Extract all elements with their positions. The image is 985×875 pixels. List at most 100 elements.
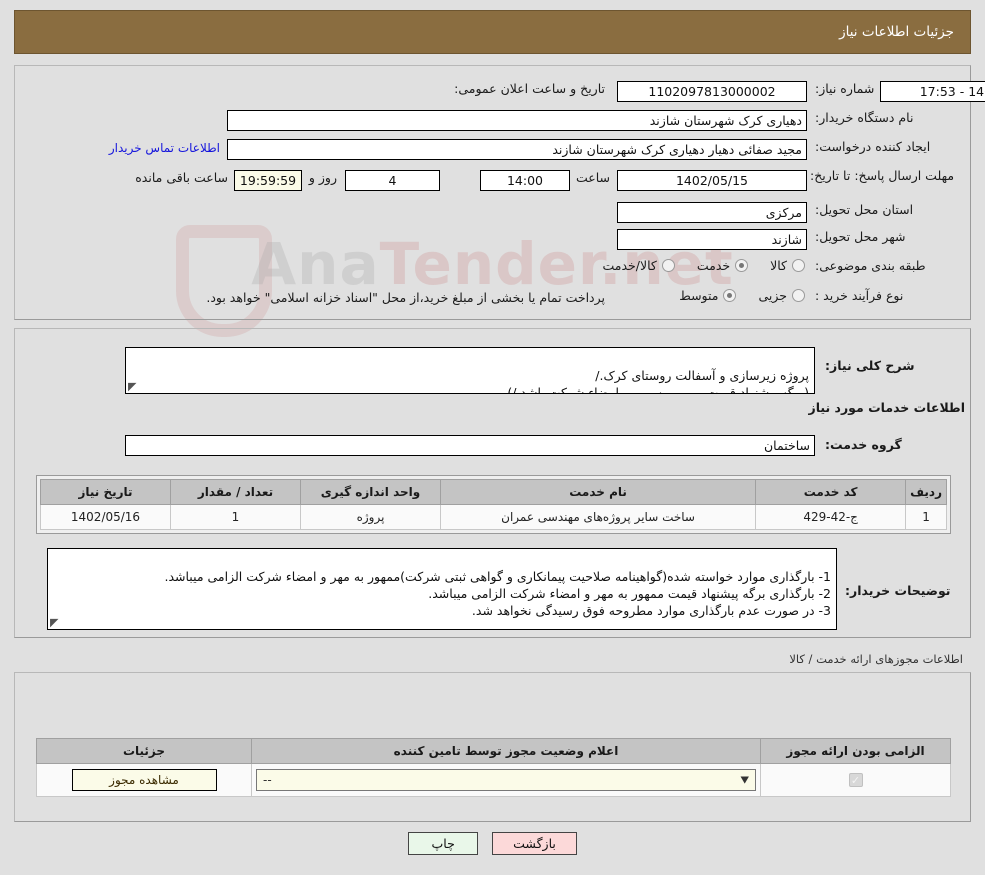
services-table-header-row: ردیف کد خدمت نام خدمت واحد اندازه گیری ت…	[40, 479, 947, 505]
creator-label-wrap: ایجاد کننده درخواست:	[815, 139, 965, 154]
buyer-notes-textarea-wrap: 1- بارگذاری موارد خواسته شده(گواهینامه ص…	[47, 548, 837, 630]
category-option-1[interactable]: خدمت	[696, 258, 749, 273]
deadline-date-field[interactable]: 1402/05/15	[617, 170, 807, 191]
license-status-value: --	[263, 773, 272, 787]
city-field[interactable]: شازند	[617, 229, 807, 250]
view-license-button[interactable]: مشاهده مجوز	[71, 769, 217, 791]
chevron-down-icon: ▼	[740, 774, 749, 786]
category-label-wrap: طبقه بندی موضوعی:	[815, 258, 965, 273]
desc-label-wrap: شرح کلی نیاز:	[825, 358, 965, 373]
back-button[interactable]: بازگشت	[492, 832, 577, 855]
deadline-date-wrap: 1402/05/15	[617, 170, 807, 191]
licenses-section-title: اطلاعات مجوزهای ارائه خدمت / کالا	[789, 652, 963, 666]
remaining-label-wrap: ساعت باقی مانده	[135, 170, 228, 185]
days-remaining-field[interactable]: 4	[345, 170, 440, 191]
need-info-panel	[14, 65, 971, 320]
announce-label-wrap: تاریخ و ساعت اعلان عمومی:	[454, 81, 605, 96]
page-header: جزئیات اطلاعات نیاز	[14, 10, 971, 54]
service-group-field[interactable]: ساختمان	[125, 435, 815, 456]
licenses-table: الزامی بودن ارائه مجوز اعلام وضعیت مجوز …	[36, 738, 951, 797]
buyer-org-field-wrap: دهیاری کرک شهرستان شازند	[227, 110, 807, 131]
countdown-timer-field: 19:59:59	[234, 170, 302, 191]
process-radio-0[interactable]	[792, 289, 805, 302]
buyer-notes-text: 1- بارگذاری موارد خواسته شده(گواهینامه ص…	[164, 569, 831, 618]
service-group-label-wrap: گروه خدمت:	[825, 437, 965, 452]
process-label-0: جزیی	[758, 288, 787, 303]
buyer-org-field[interactable]: دهیاری کرک شهرستان شازند	[227, 110, 807, 131]
td-date: 1402/05/16	[40, 504, 171, 530]
resize-grip-icon[interactable]: ◥	[128, 380, 138, 393]
td-qty: 1	[170, 504, 301, 530]
td-required: ✓	[760, 763, 951, 797]
th-unit: واحد اندازه گیری	[300, 479, 441, 505]
days-wrap: 4	[345, 170, 440, 191]
category-option-0[interactable]: کالا	[770, 258, 805, 273]
buyer-contact-link[interactable]: اطلاعات تماس خریدار	[109, 141, 220, 155]
licenses-table-wrap: الزامی بودن ارائه مجوز اعلام وضعیت مجوز …	[36, 738, 951, 797]
category-radio-0[interactable]	[792, 259, 805, 272]
deadline-time-wrap: 14:00	[480, 170, 570, 191]
treasury-note-wrap: پرداخت تمام یا بخشی از مبلغ خرید،از محل …	[206, 290, 605, 305]
remaining-hours-label: ساعت باقی مانده	[135, 170, 228, 185]
deadline-time-field[interactable]: 14:00	[480, 170, 570, 191]
category-option-2[interactable]: کالا/خدمت	[602, 258, 675, 273]
print-button[interactable]: چاپ	[408, 832, 479, 855]
description-label: شرح کلی نیاز:	[825, 358, 915, 373]
treasury-note: پرداخت تمام یا بخشی از مبلغ خرید،از محل …	[206, 290, 605, 305]
province-label-wrap: استان محل تحویل:	[815, 202, 965, 217]
buyer-notes-textarea[interactable]: 1- بارگذاری موارد خواسته شده(گواهینامه ص…	[47, 548, 837, 630]
process-option-0[interactable]: جزیی	[758, 288, 805, 303]
deadline-hour-label: ساعت	[575, 170, 610, 185]
process-option-1[interactable]: متوسط	[679, 288, 737, 303]
buyer-org-label-wrap: نام دستگاه خریدار:	[815, 110, 965, 125]
need-number-field[interactable]: 1102097813000002	[617, 81, 807, 102]
resize-grip-icon-2[interactable]: ◥	[50, 616, 60, 629]
th-code: کد خدمت	[755, 479, 907, 505]
services-table-wrap: ردیف کد خدمت نام خدمت واحد اندازه گیری ت…	[36, 475, 951, 534]
service-group-label: گروه خدمت:	[825, 437, 902, 452]
process-label-1: متوسط	[679, 288, 719, 303]
announce-field-wrap: 1402/05/10 - 17:53	[880, 81, 985, 102]
category-radio-group: کالا خدمت کالا/خدمت	[580, 258, 805, 273]
service-group-field-wrap: ساختمان	[125, 435, 815, 456]
process-radio-1[interactable]	[723, 289, 737, 302]
city-field-wrap: شازند	[617, 229, 807, 250]
city-label-wrap: شهر محل تحویل:	[815, 229, 965, 244]
need-number-field-wrap: 1102097813000002	[617, 81, 807, 102]
th-date: تاریخ نیاز	[40, 479, 171, 505]
countdown-wrap: 19:59:59	[234, 170, 302, 191]
td-unit: پروژه	[300, 504, 441, 530]
footer-actions: بازگشت چاپ	[0, 832, 985, 855]
page-title: جزئیات اطلاعات نیاز	[839, 24, 954, 40]
contact-link-wrap: اطلاعات تماس خریدار	[109, 141, 220, 155]
th-qty: تعداد / مقدار	[170, 479, 301, 505]
deadline-label: مهلت ارسال پاسخ: تا تاریخ:	[810, 168, 955, 183]
province-field-wrap: مرکزی	[617, 202, 807, 223]
days-label: روز و	[308, 170, 337, 185]
licenses-table-header-row: الزامی بودن ارائه مجوز اعلام وضعیت مجوز …	[36, 738, 951, 764]
process-type-label: نوع فرآیند خرید :	[815, 288, 904, 303]
category-label-2: کالا/خدمت	[602, 258, 657, 273]
td-details: مشاهده مجوز	[36, 763, 252, 797]
category-label: طبقه بندی موضوعی:	[815, 258, 926, 273]
th-required: الزامی بودن ارائه مجوز	[760, 738, 951, 764]
desc-textarea-wrap: پروژه زیرسازی و آسفالت روستای کرک./ (برگ…	[125, 347, 815, 394]
city-label: شهر محل تحویل:	[815, 229, 906, 244]
th-status: اعلام وضعیت مجوز توسط تامین کننده	[251, 738, 761, 764]
category-label-0: کالا	[770, 258, 787, 273]
license-status-select[interactable]: ▼ --	[256, 769, 756, 791]
hour-label-wrap: ساعت	[576, 170, 610, 185]
process-label-wrap: نوع فرآیند خرید :	[815, 288, 965, 303]
category-radio-2[interactable]	[661, 259, 675, 272]
description-textarea[interactable]: پروژه زیرسازی و آسفالت روستای کرک./ (برگ…	[125, 347, 815, 394]
buyer-org-label: نام دستگاه خریدار:	[815, 110, 914, 125]
category-label-1: خدمت	[696, 258, 731, 273]
td-status: ▼ --	[251, 763, 761, 797]
creator-label: ایجاد کننده درخواست:	[815, 139, 931, 154]
province-field[interactable]: مرکزی	[617, 202, 807, 223]
services-table: ردیف کد خدمت نام خدمت واحد اندازه گیری ت…	[40, 479, 947, 530]
category-radio-1[interactable]	[735, 259, 749, 272]
table-row: ✓ ▼ -- مشاهده مجوز	[36, 763, 951, 797]
announce-datetime-field[interactable]: 1402/05/10 - 17:53	[880, 81, 985, 102]
creator-field[interactable]: مجید صفائی دهیار دهیاری کرک شهرستان شازن…	[227, 139, 807, 160]
